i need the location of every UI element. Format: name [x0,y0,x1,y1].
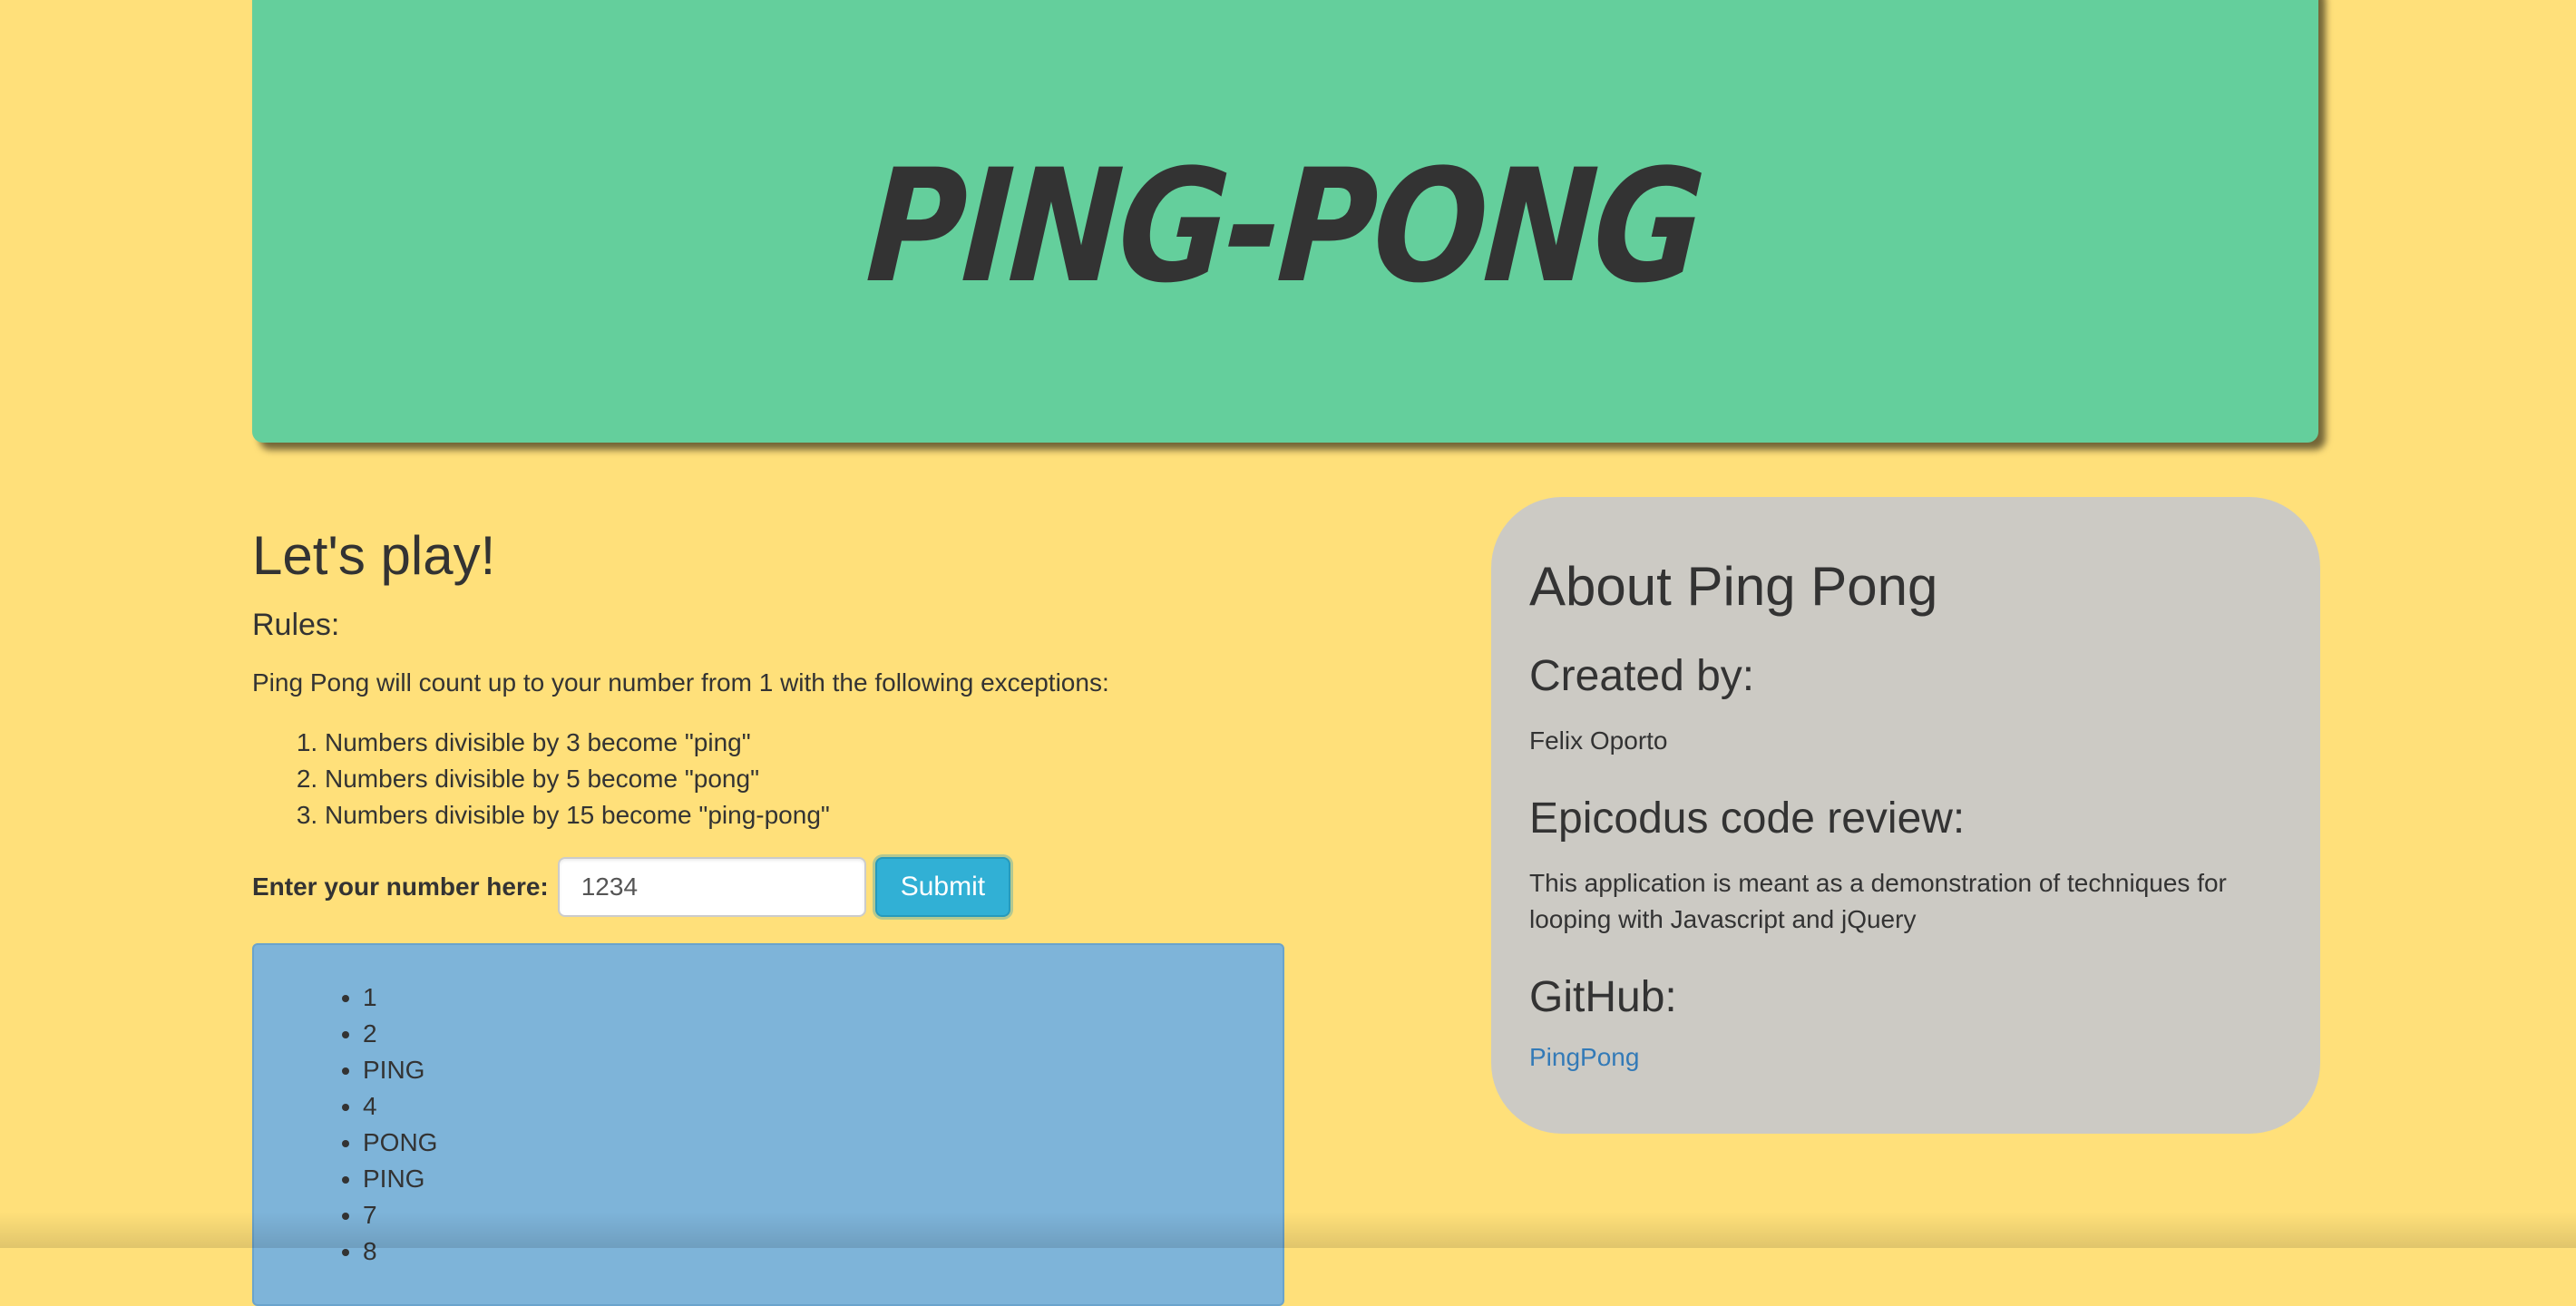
result-item: 7 [363,1197,1283,1233]
github-link[interactable]: PingPong [1529,1043,1639,1072]
page-title: Let's play! [252,525,496,586]
results-panel: 1 2 PING 4 PONG PING 7 8 [252,943,1284,1306]
result-item: PING [363,1161,1283,1197]
created-by-heading: Created by: [1529,652,1755,700]
number-form: Enter your number here: Submit [252,856,1286,917]
rules-list: Numbers divisible by 3 become "ping" Num… [252,725,1286,833]
site-title: PING-PONG [862,135,1707,317]
code-review-heading: Epicodus code review: [1529,794,1966,843]
author-name: Felix Oporto [1529,726,1668,755]
code-review-text: This application is meant as a demonstra… [1529,868,2227,933]
github-heading: GitHub: [1529,972,1677,1021]
header-banner: PING-PONG [252,0,2318,443]
result-item: 1 [363,980,1283,1016]
result-item: 8 [363,1233,1283,1270]
result-item: PONG [363,1125,1283,1161]
number-input[interactable] [557,856,866,917]
rule-item: Numbers divisible by 5 become "pong" [325,761,1286,797]
result-item: PING [363,1052,1283,1088]
result-item: 4 [363,1088,1283,1125]
rules-heading: Rules: [252,608,340,642]
submit-button[interactable]: Submit [874,856,1011,917]
about-panel: About Ping Pong Created by: Felix Oporto… [1491,497,2320,1134]
result-item: 2 [363,1016,1283,1052]
game-section: Let's play! Rules: Ping Pong will count … [252,526,1286,917]
number-input-label: Enter your number here: [252,872,549,901]
rule-item: Numbers divisible by 3 become "ping" [325,725,1286,761]
results-list: 1 2 PING 4 PONG PING 7 8 [254,945,1283,1270]
rules-intro: Ping Pong will count up to your number f… [252,668,1109,697]
about-title: About Ping Pong [1529,556,1938,617]
rule-item: Numbers divisible by 15 become "ping-pon… [325,797,1286,833]
